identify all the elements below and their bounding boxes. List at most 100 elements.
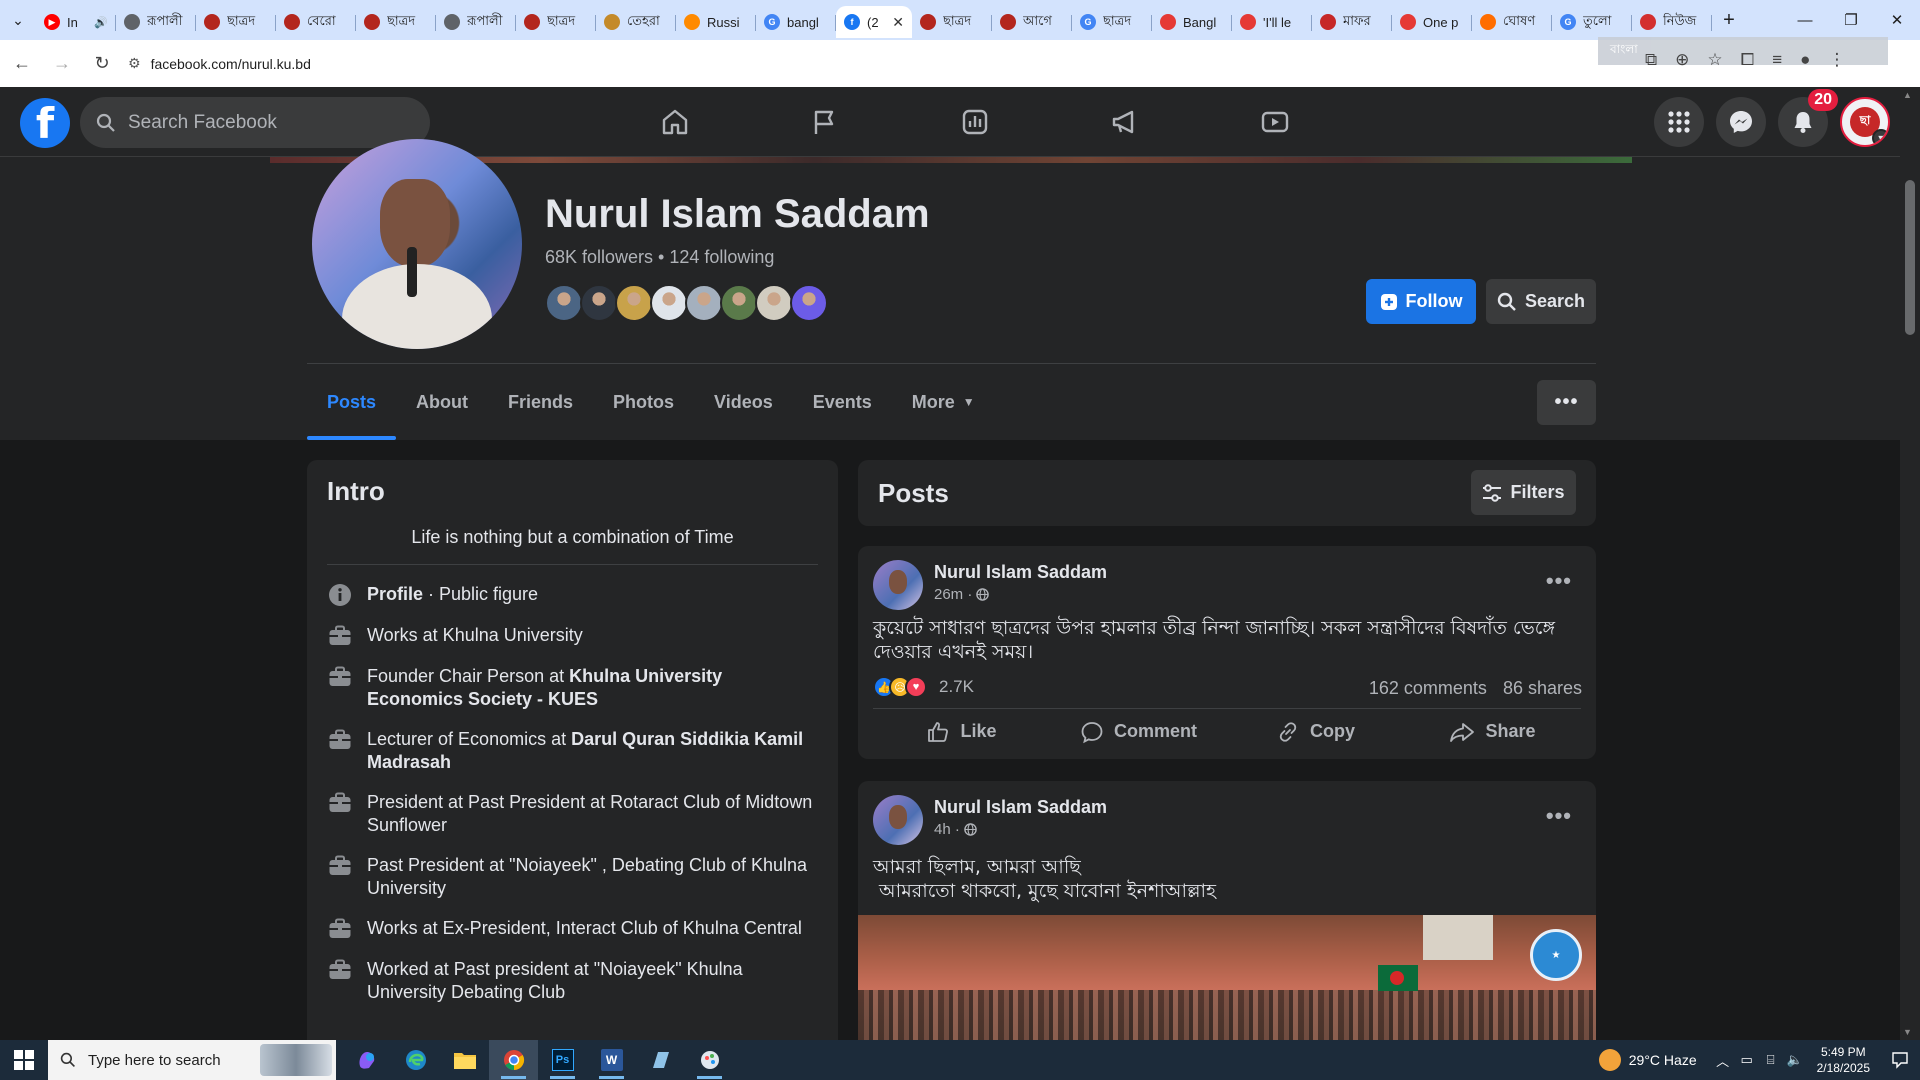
profile-tab-more[interactable]: More ▼	[892, 364, 995, 440]
comment-button[interactable]: Comment	[1050, 709, 1227, 754]
notifications-bell-icon[interactable]: 20	[1778, 89, 1838, 147]
browser-tab[interactable]: তেহরা	[596, 6, 676, 38]
like-button[interactable]: Like	[873, 709, 1050, 754]
bookmark-star-icon[interactable]: ☆	[1707, 50, 1722, 70]
friend-avatar[interactable]	[755, 284, 793, 322]
home-icon[interactable]	[600, 87, 750, 157]
post-author-avatar[interactable]	[873, 795, 923, 845]
copilot-icon[interactable]	[342, 1040, 391, 1080]
paint-app-icon[interactable]	[685, 1040, 734, 1080]
comment-count[interactable]: 162 comments	[1369, 678, 1487, 699]
browser-tab[interactable]: ছাত্রদ	[196, 6, 276, 38]
notes-app-icon[interactable]	[636, 1040, 685, 1080]
extensions-icon[interactable]: ⧠	[1741, 50, 1755, 70]
pages-flag-icon[interactable]	[750, 87, 900, 157]
close-window-icon[interactable]: ✕	[1874, 0, 1920, 40]
install-app-icon[interactable]: ⧉	[1645, 50, 1657, 70]
post-author-name[interactable]: Nurul Islam Saddam	[934, 797, 1107, 818]
browser-tab[interactable]: 'I'll le	[1232, 6, 1312, 38]
browser-tab[interactable]: ▶ In 🔊	[36, 6, 116, 38]
friend-avatar[interactable]	[580, 284, 618, 322]
facebook-search-box[interactable]	[80, 97, 430, 148]
action-center-icon[interactable]	[1880, 1051, 1920, 1069]
post-timestamp[interactable]: 4h ·	[934, 821, 977, 838]
new-tab-plus-icon[interactable]: +	[1712, 9, 1746, 32]
chrome-menu-icon[interactable]: ⋮	[1828, 50, 1845, 70]
browser-tab[interactable]: G ছাত্রদ	[1072, 6, 1152, 38]
facebook-logo-icon[interactable]: f	[20, 98, 70, 148]
scrollbar-thumb[interactable]	[1905, 180, 1915, 335]
browser-tab[interactable]: বেরো	[276, 6, 356, 38]
reload-icon[interactable]: ↻	[84, 46, 120, 82]
profile-tab-photos[interactable]: Photos	[593, 364, 694, 440]
edge-browser-icon[interactable]	[391, 1040, 440, 1080]
zoom-icon[interactable]: ⊕	[1675, 50, 1689, 70]
taskbar-search-box[interactable]: Type here to search	[48, 1040, 336, 1080]
account-avatar[interactable]: ছা ▼	[1840, 97, 1890, 147]
profile-tab-about[interactable]: About	[396, 364, 488, 440]
post-author-name[interactable]: Nurul Islam Saddam	[934, 562, 1107, 583]
browser-tab[interactable]: f (2 ✕	[836, 6, 912, 38]
profile-tab-posts[interactable]: Posts	[307, 364, 397, 440]
menu-grid-icon[interactable]	[1654, 97, 1704, 147]
browser-tab[interactable]: আগে	[992, 6, 1072, 38]
post-timestamp[interactable]: 26m ·	[934, 586, 990, 603]
profile-icon[interactable]: ●	[1800, 50, 1810, 70]
profile-tab-friends[interactable]: Friends	[488, 364, 593, 440]
address-bar[interactable]: ⚙ facebook.com/nurul.ku.bd	[128, 45, 1628, 82]
reading-list-icon[interactable]: ≡	[1772, 50, 1782, 70]
chevron-up-icon[interactable]: ︿	[1711, 1051, 1735, 1070]
browser-tab[interactable]: রূপালী	[116, 6, 196, 38]
friend-avatar[interactable]	[545, 284, 583, 322]
windows-start-icon[interactable]	[0, 1040, 48, 1080]
minimize-icon[interactable]: —	[1782, 0, 1828, 40]
post-options-icon[interactable]: •••	[1546, 568, 1572, 594]
follow-button[interactable]: Follow	[1366, 279, 1476, 324]
close-tab-icon[interactable]: ✕	[892, 14, 904, 31]
browser-tab[interactable]: Russi	[676, 6, 756, 38]
browser-tab[interactable]: ছাত্রদ	[516, 6, 596, 38]
back-arrow-icon[interactable]: ←	[4, 46, 40, 82]
copy-link-button[interactable]: Copy	[1227, 709, 1404, 754]
profile-tab-videos[interactable]: Videos	[694, 364, 793, 440]
megaphone-icon[interactable]	[1050, 87, 1200, 157]
tab-audio-icon[interactable]: 🔊	[94, 16, 108, 29]
messenger-icon[interactable]	[1716, 97, 1766, 147]
weather-widget[interactable]: 29°C Haze	[1585, 1049, 1711, 1071]
friend-avatar[interactable]	[685, 284, 723, 322]
browser-tab[interactable]: Gbangl	[756, 6, 836, 38]
filters-button[interactable]: Filters	[1471, 470, 1576, 515]
video-play-icon[interactable]	[1200, 87, 1350, 157]
volume-icon[interactable]: 🔈	[1783, 1052, 1807, 1068]
friend-avatar[interactable]	[615, 284, 653, 322]
browser-tab[interactable]: ছাত্রদ	[356, 6, 436, 38]
chrome-icon[interactable]	[489, 1040, 538, 1080]
meet-now-icon[interactable]: ▭	[1735, 1052, 1759, 1068]
word-icon[interactable]: W	[587, 1040, 636, 1080]
browser-tab[interactable]: ঘোষণ	[1472, 6, 1552, 38]
profile-more-options-icon[interactable]: •••	[1537, 380, 1596, 425]
friend-avatar[interactable]	[650, 284, 688, 322]
scroll-down-arrow-icon[interactable]: ▼	[1903, 1027, 1912, 1037]
browser-tab[interactable]: রূপালী	[436, 6, 516, 38]
share-count[interactable]: 86 shares	[1503, 678, 1582, 699]
profile-picture[interactable]	[312, 139, 522, 349]
facebook-search-input[interactable]	[128, 111, 388, 134]
browser-tab[interactable]: One p	[1392, 6, 1472, 38]
browser-tab[interactable]: G তুলো	[1552, 6, 1632, 38]
insights-chart-icon[interactable]	[900, 87, 1050, 157]
profile-search-button[interactable]: Search	[1486, 279, 1596, 324]
post-author-avatar[interactable]	[873, 560, 923, 610]
follower-count[interactable]: 68K followers • 124 following	[545, 247, 774, 268]
site-info-icon[interactable]: ⚙	[128, 55, 141, 72]
friend-avatar[interactable]	[720, 284, 758, 322]
profile-tab-events[interactable]: Events	[793, 364, 892, 440]
file-explorer-icon[interactable]	[440, 1040, 489, 1080]
tab-search-chevron-icon[interactable]: ⌄	[0, 0, 36, 40]
browser-tab[interactable]: ছাত্রদ	[912, 6, 992, 38]
reactions-summary[interactable]: 👍 😥 ♥ 2.7K	[873, 676, 974, 698]
network-icon[interactable]: ⌸	[1759, 1052, 1783, 1068]
share-button[interactable]: Share	[1404, 709, 1581, 754]
photoshop-icon[interactable]: Ps	[538, 1040, 587, 1080]
scroll-up-arrow-icon[interactable]: ▲	[1903, 90, 1912, 100]
